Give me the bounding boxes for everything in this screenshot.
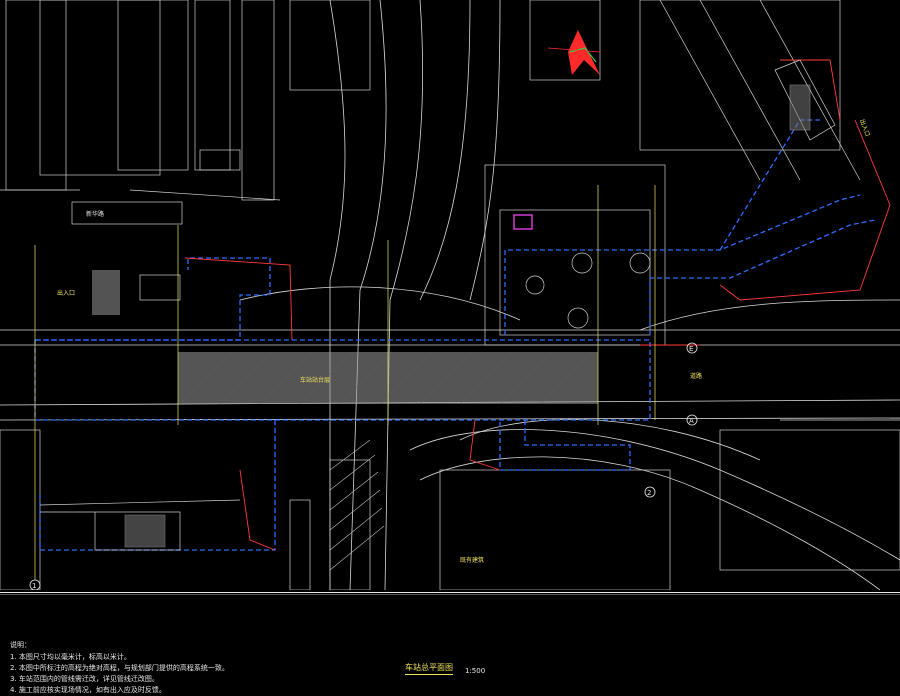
label-building-south: 既有建筑 (460, 556, 484, 564)
north-east-entrance (774, 59, 836, 141)
road-linework (0, 0, 900, 590)
notes-title: 说明： (10, 641, 31, 649)
note-item: 3. 车站范围内的管线需迁改，详见管线迁改图。 (10, 675, 159, 683)
label-entrance-west: 出入口 (57, 289, 75, 297)
south-west-annex (39, 499, 241, 551)
cad-site-plan: 1 E A 2 新华路 车站站台层 出入口 道路 出入口 既有建筑 (0, 0, 900, 590)
central-building-cluster (484, 164, 666, 346)
note-item: 1. 本图尺寸均以毫米计，标高以米计。 (10, 653, 131, 661)
axis-label-1: 1 (32, 582, 36, 590)
axis-label-e: E (689, 345, 693, 353)
axis-label-a: A (689, 417, 694, 425)
plan-title-block: 车站总平面图 1:500 (405, 661, 485, 675)
label-entrance-east: 出入口 (858, 118, 872, 138)
label-street-north: 新华路 (86, 210, 104, 218)
label-road-east: 道路 (690, 372, 702, 380)
hatched-parking (329, 439, 385, 571)
drawing-notes: 说明： 1. 本图尺寸均以毫米计，标高以米计。 2. 本图中所标注的高程为绝对高… (10, 640, 330, 696)
plan-scale: 1:500 (465, 667, 486, 675)
west-entrance-block (92, 270, 120, 315)
north-arrow-icon (547, 30, 601, 75)
existing-buildings-south (0, 429, 900, 590)
label-station-hall: 车站站台层 (300, 376, 330, 384)
existing-buildings-north-west (0, 0, 861, 225)
station-outline (34, 119, 876, 551)
note-item: 2. 本图中所标注的高程为绝对高程，与规划部门提供的高程系统一致。 (10, 664, 229, 672)
magenta-equipment (513, 214, 533, 230)
axis-label-2: 2 (647, 489, 651, 497)
frame-divider (0, 592, 900, 593)
red-boundaries (184, 59, 891, 551)
frame-divider-secondary (0, 594, 900, 595)
note-item: 4. 施工前应核实现场情况，如有出入应及时反馈。 (10, 686, 166, 694)
plan-title: 车站总平面图 (405, 662, 453, 675)
west-entrance-stairs (139, 274, 181, 301)
